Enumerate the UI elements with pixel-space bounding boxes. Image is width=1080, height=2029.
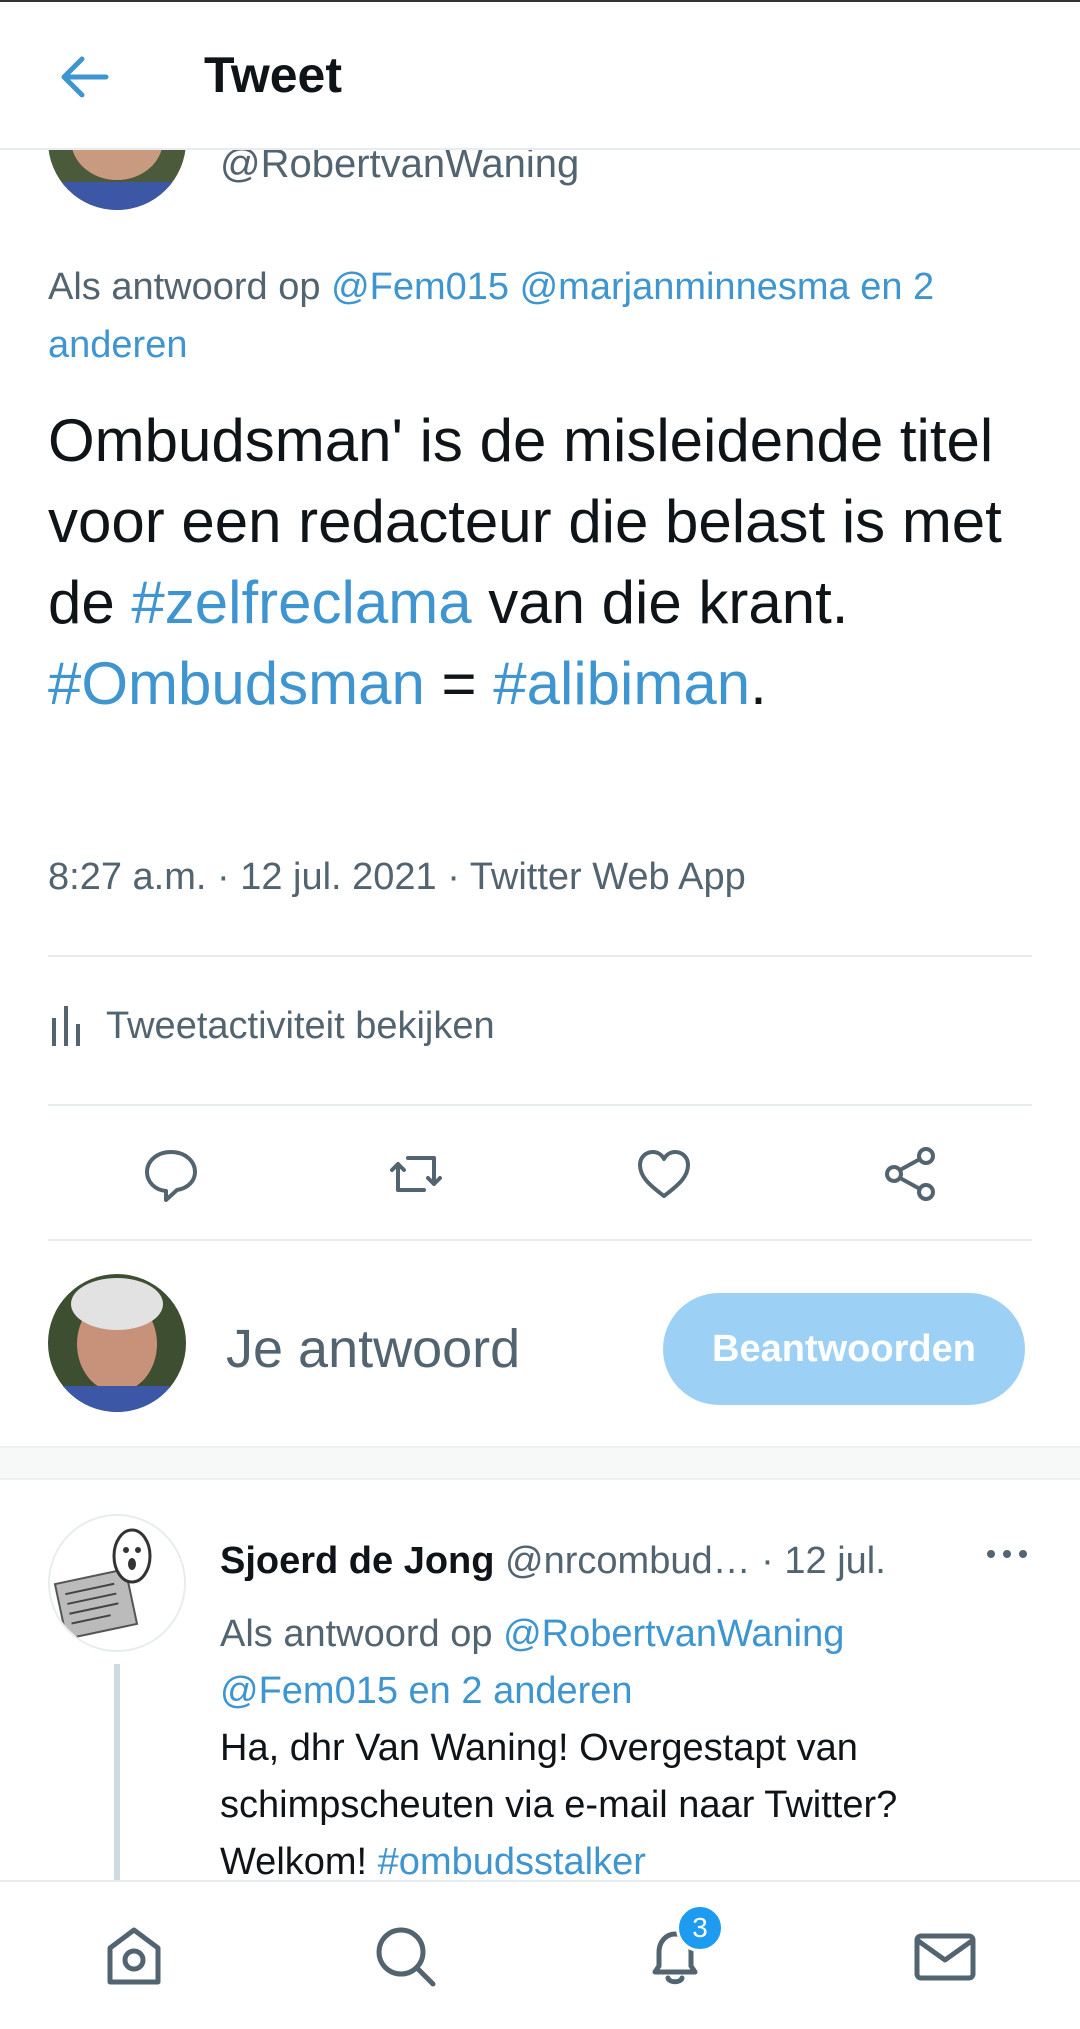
notification-badge: 3 — [676, 1904, 724, 1952]
reply-context: Als antwoord op @Fem015 @marjanminnesma … — [48, 266, 935, 366]
tweet-text: Ombudsman' is de misleidende titel voor … — [48, 407, 1002, 717]
reply-context: Als antwoord op @RobertvanWaning @Fem015… — [220, 1613, 845, 1712]
reply-header: Sjoerd de Jong @nrcombud… · 12 jul. — [220, 1540, 886, 1583]
reply-author-name[interactable]: Sjoerd de Jong — [220, 1540, 494, 1582]
reply-icon[interactable] — [141, 1144, 201, 1204]
hashtag-link[interactable]: #zelfreclama — [131, 569, 471, 636]
reply-tweet[interactable]: Sjoerd de Jong @nrcombud… · 12 jul. Als … — [0, 1482, 1080, 1884]
hashtag-link[interactable]: #Ombudsman — [48, 650, 425, 717]
search-icon[interactable] — [371, 1922, 439, 1990]
reply-date: · 12 jul. — [761, 1540, 886, 1582]
reply-submit-button[interactable]: Beantwoorden — [663, 1293, 1025, 1405]
bar-chart-icon — [52, 1006, 80, 1046]
mention-link[interactable]: @marjanminnesma — [520, 266, 850, 308]
retweet-icon[interactable] — [386, 1144, 446, 1204]
user-avatar[interactable] — [48, 1274, 186, 1412]
more-options-icon[interactable] — [985, 1544, 1029, 1564]
tweet-actions — [0, 1136, 1080, 1212]
page-title: Tweet — [204, 47, 342, 103]
reply-input[interactable]: Je antwoord — [226, 1318, 520, 1380]
back-arrow-icon[interactable] — [54, 47, 114, 107]
thread-line — [114, 1664, 120, 1884]
mention-link[interactable]: @RobertvanWaning — [503, 1613, 844, 1655]
mention-link[interactable]: @Fem015 — [331, 266, 509, 308]
reply-text: Ha, dhr Van Waning! Overgestapt van schi… — [220, 1727, 898, 1883]
home-icon[interactable] — [100, 1922, 168, 1990]
others-link[interactable]: en 2 anderen — [409, 1670, 633, 1712]
reply-composer: Je antwoord Beantwoorden — [0, 1240, 1080, 1440]
reply-author-handle[interactable]: @nrcombud… — [505, 1540, 751, 1582]
share-icon[interactable] — [880, 1144, 940, 1204]
tweet-meta: 8:27 a.m. · 12 jul. 2021 · Twitter Web A… — [48, 856, 746, 898]
mention-link[interactable]: @Fem015 — [220, 1670, 398, 1712]
like-heart-icon[interactable] — [634, 1144, 694, 1204]
divider — [48, 955, 1032, 957]
activity-label: Tweetactiviteit bekijken — [106, 1004, 495, 1047]
tweet-activity-link[interactable]: Tweetactiviteit bekijken — [48, 1004, 495, 1048]
top-bar: Tweet — [0, 0, 1080, 150]
divider — [48, 1104, 1032, 1106]
hashtag-link[interactable]: #ombudsstalker — [378, 1841, 646, 1883]
messages-mail-icon[interactable] — [911, 1922, 979, 1990]
hashtag-link[interactable]: #alibiman — [493, 650, 750, 717]
reply-author-avatar[interactable] — [48, 1514, 186, 1652]
bottom-navigation: 3 — [0, 1880, 1080, 2029]
section-separator — [0, 1446, 1080, 1480]
